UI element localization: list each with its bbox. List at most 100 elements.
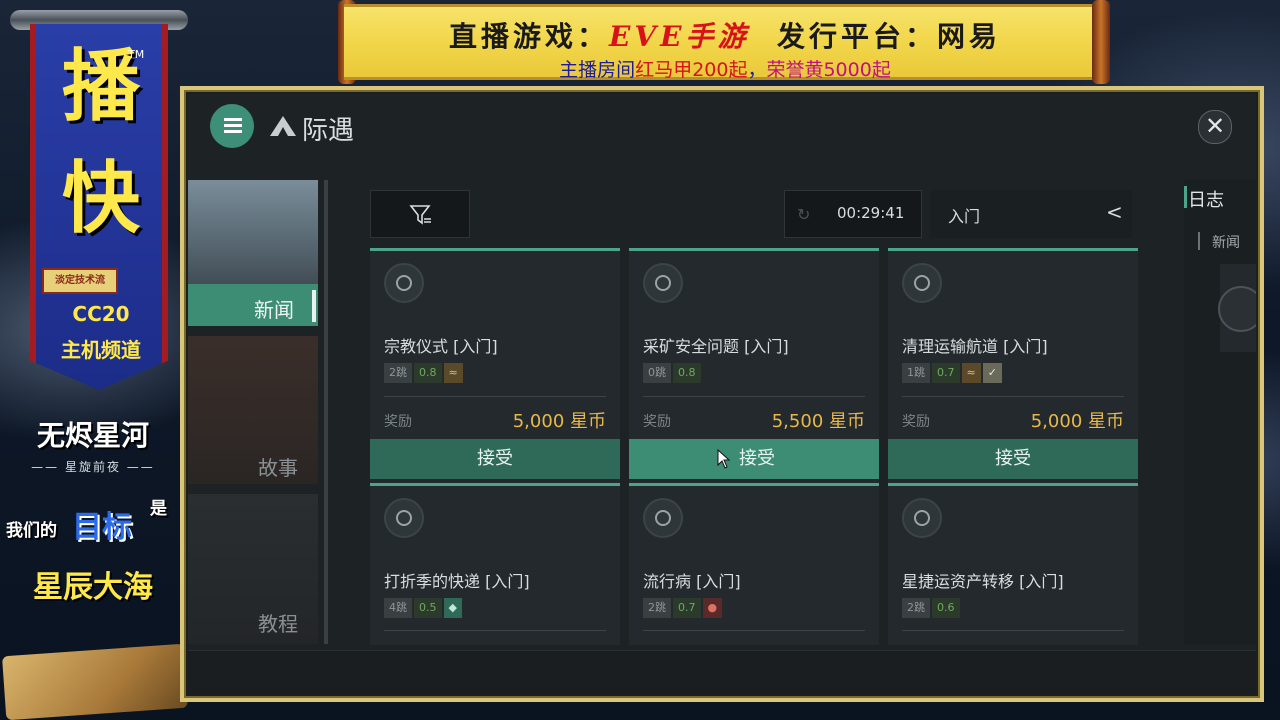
mission-type-icon bbox=[643, 263, 683, 303]
faction-icon: ≈ bbox=[443, 363, 463, 383]
jumps-badge: 2跳 bbox=[643, 598, 671, 618]
shield-icon: ◆ bbox=[443, 598, 462, 618]
mission-tags: 2跳 0.6 bbox=[902, 598, 962, 618]
reward-label: 奖励 bbox=[384, 414, 412, 430]
mission-card[interactable]: 清理运输航道 [入门] 1跳 0.7 ≈ ✓ 奖励 5,000 星币 接受 bbox=[888, 248, 1138, 486]
mission-title: 打折季的快递 [入门] bbox=[384, 572, 530, 591]
log-entry-icon bbox=[1218, 286, 1256, 332]
mission-tags: 4跳 0.5 ◆ bbox=[384, 598, 464, 618]
jumps-badge: 2跳 bbox=[902, 598, 930, 618]
mission-title: 采矿安全问题 [入门] bbox=[643, 337, 789, 356]
accept-label: 接受 bbox=[739, 448, 775, 469]
banner-game-name: EVE手游 bbox=[609, 20, 750, 53]
mission-type-icon bbox=[384, 263, 424, 303]
refresh-icon: ↻ bbox=[797, 205, 811, 224]
mission-card[interactable]: 采矿安全问题 [入门] 0跳 0.8 奖励 5,500 星币 接受 bbox=[629, 248, 879, 486]
banner-room-text: 主播房间 bbox=[559, 59, 636, 81]
chevron-left-icon: < bbox=[1106, 200, 1123, 224]
left-banner-char-1: 播 bbox=[61, 41, 140, 132]
slogan-our: 我们的 bbox=[6, 521, 57, 541]
log-title: 日志 bbox=[1188, 190, 1224, 211]
mission-tags: 0跳 0.8 bbox=[643, 363, 703, 383]
slogan-stars-sea: 星辰大海 bbox=[33, 570, 153, 605]
mission-type-icon bbox=[643, 498, 683, 538]
banner-comma: ， bbox=[747, 59, 767, 81]
refresh-timer: ↻ 00:29:41 bbox=[784, 190, 922, 238]
banner-right-rod bbox=[1092, 0, 1110, 84]
card-divider bbox=[902, 630, 1124, 631]
timer-value: 00:29:41 bbox=[837, 204, 905, 222]
card-divider bbox=[384, 396, 606, 397]
sidebar-active-indicator bbox=[312, 290, 316, 322]
level-select[interactable]: 入门 < bbox=[930, 190, 1132, 238]
stream-banner: 直播游戏：EVE手游 发行平台：网易 主播房间红马甲200起，荣誉黄5000起 bbox=[344, 4, 1106, 81]
log-tab-indicator bbox=[1198, 232, 1200, 250]
level-value: 入门 bbox=[948, 207, 981, 226]
jumps-badge: 4跳 bbox=[384, 598, 412, 618]
close-icon: ✕ bbox=[1204, 112, 1226, 140]
reward-value: 5,000 星币 bbox=[512, 411, 606, 432]
filter-icon bbox=[409, 205, 431, 225]
mission-title: 清理运输航道 [入门] bbox=[902, 337, 1048, 356]
left-banner-stamp: 淡定技术流 bbox=[42, 268, 118, 294]
banner-red-vest: 红马甲200起 bbox=[635, 59, 748, 81]
close-button[interactable]: ✕ bbox=[1198, 110, 1232, 144]
slogan-title: 无烬星河 bbox=[36, 419, 149, 452]
mission-title: 流行病 [入门] bbox=[643, 572, 741, 591]
sidebar-item-label: 教程 bbox=[258, 612, 298, 636]
sidebar-news-highlight bbox=[188, 284, 318, 326]
mission-tags: 2跳 0.7 ● bbox=[643, 598, 724, 618]
slogan-is: 是 bbox=[150, 499, 167, 519]
security-badge: 0.7 bbox=[673, 598, 701, 618]
sidebar-item-story[interactable] bbox=[188, 336, 318, 484]
window-title: 际遇 bbox=[302, 116, 355, 146]
menu-icon-bar bbox=[224, 118, 242, 121]
accept-button[interactable]: 接受 bbox=[370, 439, 620, 479]
slogan-goal: 目标 bbox=[72, 510, 132, 545]
menu-icon-bar bbox=[224, 130, 242, 133]
encounters-logo-icon bbox=[270, 116, 296, 136]
sidebar-item-tutorial[interactable] bbox=[188, 494, 318, 644]
faction-icon: ≈ bbox=[961, 363, 981, 383]
security-badge: 0.5 bbox=[414, 598, 442, 618]
mission-card[interactable]: 流行病 [入门] 2跳 0.7 ● bbox=[629, 483, 879, 645]
menu-button[interactable] bbox=[210, 104, 254, 148]
reward-label: 奖励 bbox=[643, 414, 671, 430]
log-title-indicator bbox=[1184, 186, 1187, 208]
sidebar-item-label: 新闻 bbox=[254, 298, 294, 322]
slogan-subtitle: —— 星旋前夜 —— bbox=[31, 460, 155, 474]
card-divider bbox=[643, 396, 865, 397]
banner-honor-yellow: 荣誉黄5000起 bbox=[766, 59, 891, 81]
mission-card[interactable]: 打折季的快递 [入门] 4跳 0.5 ◆ bbox=[370, 483, 620, 645]
card-divider bbox=[384, 630, 606, 631]
mouse-cursor-icon bbox=[717, 449, 731, 469]
mission-type-icon bbox=[902, 263, 942, 303]
left-banner-cc: CC20 bbox=[72, 302, 130, 326]
reward-value: 5,500 星币 bbox=[771, 411, 865, 432]
jumps-badge: 0跳 bbox=[643, 363, 671, 383]
mission-type-icon bbox=[902, 498, 942, 538]
jumps-badge: 1跳 bbox=[902, 363, 930, 383]
mission-card[interactable]: 星捷运资产转移 [入门] 2跳 0.6 bbox=[888, 483, 1138, 645]
accept-button[interactable]: 接受 bbox=[888, 439, 1138, 479]
check-icon: ✓ bbox=[982, 363, 1002, 383]
security-badge: 0.8 bbox=[414, 363, 442, 383]
banner-game-prefix: 直播游戏： bbox=[449, 20, 610, 53]
security-badge: 0.8 bbox=[673, 363, 701, 383]
mission-type-icon bbox=[384, 498, 424, 538]
reward-value: 5,000 星币 bbox=[1030, 411, 1124, 432]
encounters-window: 际遇 ✕ 新闻 故事 教程 ↻ 00:29:41 入门 < 宗教仪式 [入门] … bbox=[188, 94, 1256, 694]
accept-button[interactable]: 接受 bbox=[629, 439, 879, 479]
filter-button[interactable] bbox=[370, 190, 470, 238]
log-tab-news[interactable]: 新闻 bbox=[1212, 232, 1240, 252]
mission-tags: 2跳 0.8 ≈ bbox=[384, 363, 465, 383]
sidebar-divider bbox=[324, 180, 328, 644]
left-banner-tm: TM bbox=[128, 48, 145, 61]
card-divider bbox=[643, 630, 865, 631]
mission-card[interactable]: 宗教仪式 [入门] 2跳 0.8 ≈ 奖励 5,000 星币 接受 bbox=[370, 248, 620, 486]
treasure-map-decoration bbox=[1, 643, 189, 720]
reward-label: 奖励 bbox=[902, 414, 930, 430]
bottom-bar bbox=[188, 650, 1256, 694]
virus-icon: ● bbox=[702, 598, 723, 618]
security-badge: 0.7 bbox=[932, 363, 960, 383]
